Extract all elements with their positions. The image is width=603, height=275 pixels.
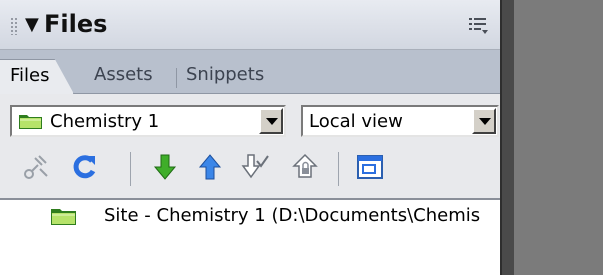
view-select-value: Local view <box>309 111 403 132</box>
view-select[interactable]: Local view <box>301 105 499 137</box>
expand-window-icon[interactable] <box>355 152 385 182</box>
panel-options-menu-icon[interactable] <box>468 16 490 36</box>
tab-files[interactable]: Files <box>0 59 74 94</box>
drag-grip-icon[interactable] <box>10 17 18 35</box>
workspace-background <box>514 0 603 275</box>
view-select-dropdown-button[interactable] <box>472 108 496 134</box>
get-arrow-down-icon[interactable] <box>150 152 180 182</box>
panel-resize-divider[interactable] <box>500 0 514 275</box>
list-item[interactable]: Site - Chemistry 1 (D:\Documents\Chemis <box>0 200 510 234</box>
site-select-value: Chemistry 1 <box>50 111 160 132</box>
collapse-triangle-icon[interactable]: ▼ <box>25 14 39 35</box>
folder-icon <box>51 209 76 225</box>
tab-snippets[interactable]: Snippets <box>186 59 286 94</box>
toolbar-separator <box>130 152 131 186</box>
files-toolbar <box>0 148 510 198</box>
connect-icon[interactable] <box>22 152 52 182</box>
check-out-icon[interactable] <box>240 152 270 182</box>
toolbar-separator <box>338 152 339 186</box>
put-arrow-up-icon[interactable] <box>195 152 225 182</box>
panel-title[interactable]: Files <box>44 10 107 38</box>
site-select-dropdown-button[interactable] <box>259 108 283 134</box>
panel-header[interactable]: ▼ Files <box>0 0 510 50</box>
list-item-label: Site - Chemistry 1 (D:\Documents\Chemis <box>104 205 481 226</box>
tab-separator <box>176 68 177 88</box>
file-list: Site - Chemistry 1 (D:\Documents\Chemis <box>0 198 510 275</box>
check-in-lock-icon[interactable] <box>290 152 320 182</box>
site-select[interactable]: Chemistry 1 <box>10 105 286 137</box>
tab-assets[interactable]: Assets <box>94 59 170 94</box>
panel-tabs: Files Assets Snippets <box>0 50 510 94</box>
refresh-icon[interactable] <box>70 152 100 182</box>
folder-icon <box>19 115 42 129</box>
files-panel: ▼ Files Files Assets Snippets Chemistry … <box>0 0 510 275</box>
